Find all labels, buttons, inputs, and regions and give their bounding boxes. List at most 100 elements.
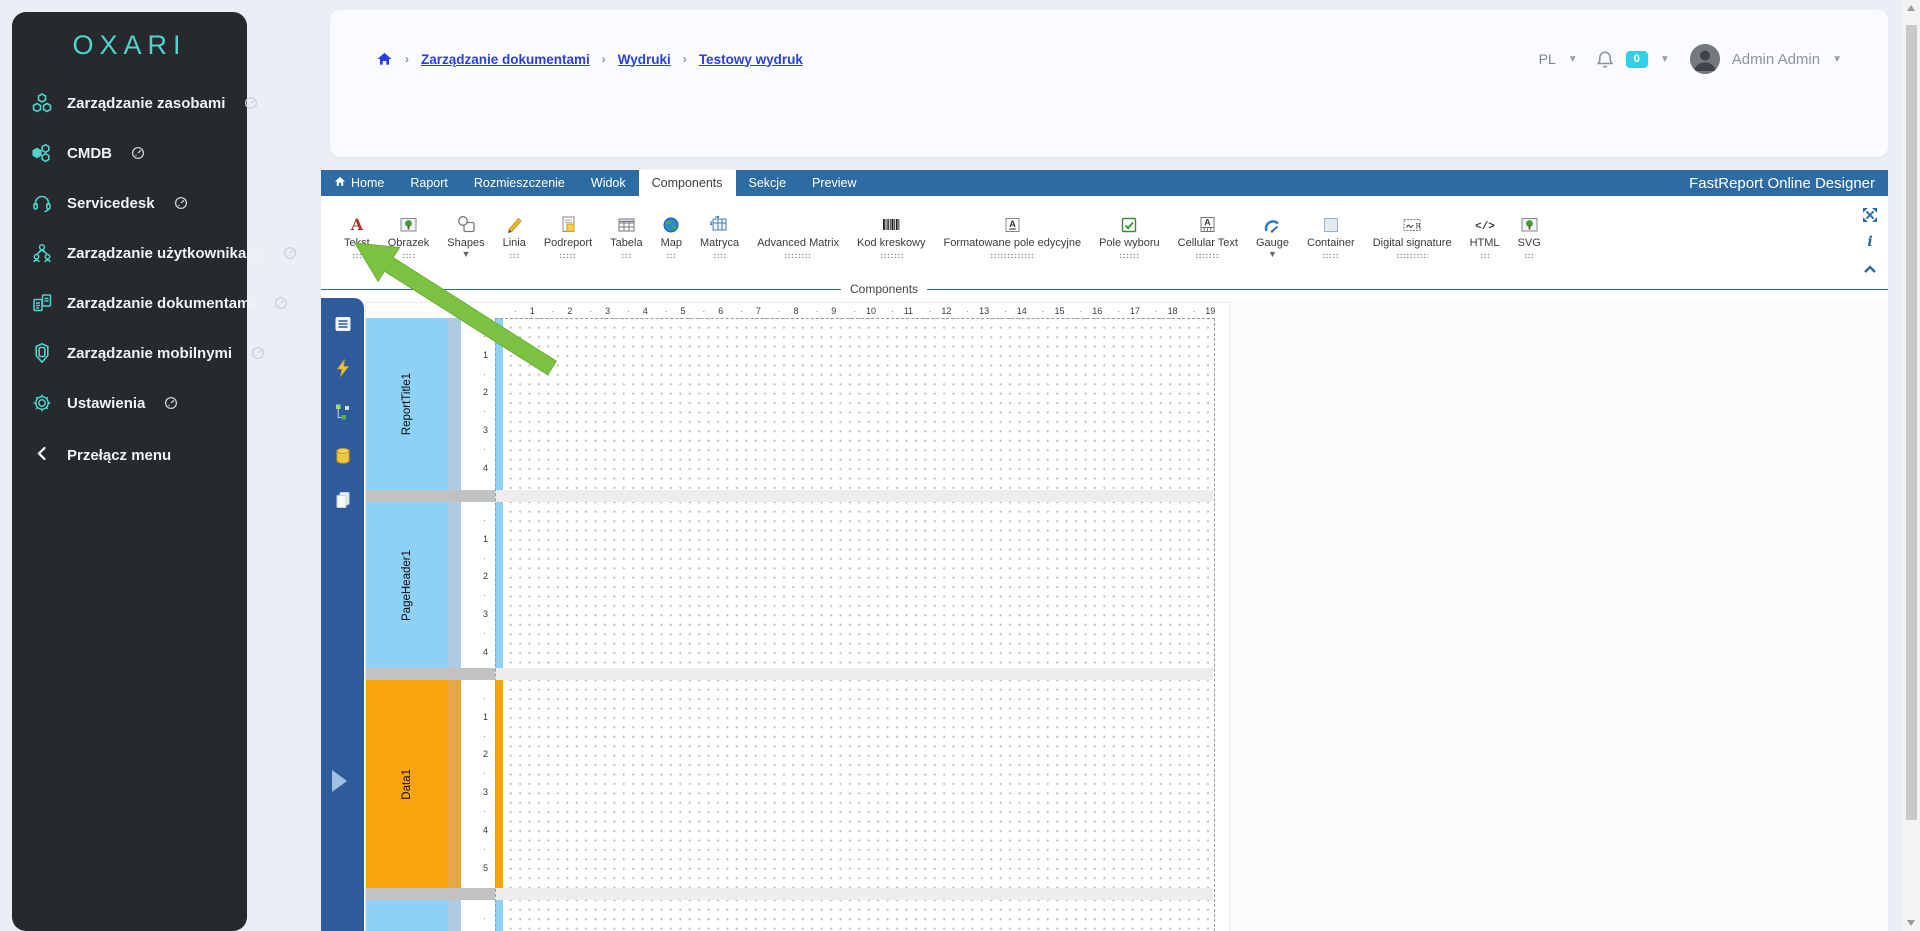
band-page-strip xyxy=(495,318,503,490)
component-obrazek[interactable]: Obrazek xyxy=(379,214,439,258)
ruler-number: 7 xyxy=(755,306,761,316)
scrollbar-thumb[interactable] xyxy=(1906,25,1917,820)
band-divider[interactable] xyxy=(366,668,1229,680)
band-header-PageHeader1[interactable]: PageHeader1 xyxy=(366,502,448,668)
ruler-dot: · xyxy=(483,552,486,563)
component-digital-signature[interactable]: R Digital signature xyxy=(1364,214,1461,258)
tab-label: Components xyxy=(651,176,723,190)
headset-icon xyxy=(30,191,54,215)
collapse-ribbon-icon[interactable] xyxy=(1861,260,1879,278)
breadcrumb-link-2[interactable]: Wydruki xyxy=(618,52,671,67)
tab-preview[interactable]: Preview xyxy=(799,170,869,196)
band-header-4[interactable] xyxy=(366,900,448,931)
band-band-4: · xyxy=(366,900,1229,931)
sidebar-item-5[interactable]: Zarządzanie dokumentami xyxy=(12,278,287,328)
component-html[interactable]: </> HTML xyxy=(1461,214,1509,258)
drag-dots xyxy=(783,253,813,258)
tab-components[interactable]: Components xyxy=(638,170,736,196)
info-icon[interactable]: i xyxy=(1861,233,1879,251)
data-sources-icon[interactable] xyxy=(333,446,353,466)
band-canvas-area[interactable] xyxy=(503,318,1213,490)
ruler-dot: · xyxy=(1041,306,1045,316)
sidebar-item-4[interactable]: Zarządzanie użytkownikami xyxy=(12,228,296,278)
band-header-Data1[interactable]: Data1 xyxy=(366,680,448,888)
sidebar-item-label: Zarządzanie zasobami xyxy=(67,94,226,112)
chevron-down-icon[interactable]: ▼ xyxy=(1660,54,1670,65)
component-linia[interactable]: Linia xyxy=(494,214,535,258)
map-component-icon xyxy=(662,214,680,234)
tab-label: Widok xyxy=(590,176,626,190)
sidebar-item-2[interactable]: CMDB xyxy=(12,128,247,178)
fullscreen-icon[interactable] xyxy=(1861,206,1879,224)
ruler-dot: · xyxy=(1117,306,1121,316)
ruler-number: 3 xyxy=(605,306,611,316)
component-advanced-matrix[interactable]: Advanced Matrix xyxy=(748,214,848,258)
component-svg[interactable]: SVG xyxy=(1509,214,1550,258)
component-label: Digital signature xyxy=(1372,237,1452,249)
sidebar-collapse-toggle[interactable]: Przełącz menu xyxy=(12,430,247,480)
tab-label: Home xyxy=(351,176,385,190)
component-tekst[interactable]: A Tekst xyxy=(335,214,379,258)
band-canvas-area[interactable] xyxy=(503,900,1213,931)
ruler-dot: · xyxy=(777,306,781,316)
band-shade-strip xyxy=(448,502,461,668)
sidebar-item-6[interactable]: Zarządzanie mobilnymi xyxy=(12,328,265,378)
breadcrumb-link-3[interactable]: Testowy wydruk xyxy=(699,52,803,67)
tab-sekcje[interactable]: Sekcje xyxy=(736,170,800,196)
chevron-down-icon: ▼ xyxy=(1567,53,1578,65)
band-page-strip xyxy=(495,900,503,931)
report-properties-icon[interactable] xyxy=(333,314,353,334)
component-formatowane-pole-edycyjne[interactable]: A Formatowane pole edycyjne xyxy=(935,214,1091,258)
ruler-dot: · xyxy=(483,768,486,779)
cellular-text-component-icon: A xyxy=(1198,214,1217,234)
tab-label: Preview xyxy=(812,176,857,190)
band-canvas-area[interactable] xyxy=(503,680,1213,888)
component-cellular-text[interactable]: A Cellular Text xyxy=(1169,214,1247,258)
scrollbar-down-arrow[interactable] xyxy=(1907,920,1915,926)
gauge-mini-icon xyxy=(274,296,288,310)
band-canvas-area[interactable] xyxy=(503,502,1213,668)
band-divider[interactable] xyxy=(366,490,1229,502)
component-tabela[interactable]: Tabela xyxy=(601,214,651,258)
ruler-number: 18 xyxy=(1167,306,1178,316)
breadcrumb-home-icon[interactable] xyxy=(376,51,393,67)
sidebar-item-7[interactable]: Ustawienia xyxy=(12,378,247,428)
outside-page-area xyxy=(1213,900,1229,931)
tab-rozmieszczenie[interactable]: Rozmieszczenie xyxy=(461,170,578,196)
component-map[interactable]: Map xyxy=(652,214,691,258)
component-pole-wyboru[interactable]: Pole wyboru xyxy=(1090,214,1169,258)
chevron-down-icon[interactable]: ▼ xyxy=(1832,54,1842,65)
run-preview-play-button[interactable] xyxy=(332,770,347,792)
ruler-number: 4 xyxy=(642,306,648,316)
component-label: Pole wyboru xyxy=(1099,237,1160,249)
report-tree-icon[interactable] xyxy=(333,402,353,422)
component-shapes[interactable]: Shapes ▼ xyxy=(438,214,493,259)
band-divider[interactable] xyxy=(366,888,1229,900)
tab-raport[interactable]: Raport xyxy=(397,170,461,196)
ruler-number: 17 xyxy=(1129,306,1140,316)
breadcrumb-link-1[interactable]: Zarządzanie dokumentami xyxy=(421,52,590,67)
tab-widok[interactable]: Widok xyxy=(578,170,639,196)
component-container[interactable]: Container xyxy=(1298,214,1364,258)
component-matryca[interactable]: Matryca xyxy=(691,214,748,258)
copy-pages-icon[interactable] xyxy=(333,490,353,510)
component-gauge[interactable]: Gauge ▼ xyxy=(1247,214,1298,259)
avatar[interactable] xyxy=(1689,44,1720,74)
language-selector[interactable]: PL xyxy=(1539,51,1556,67)
band-header-ReportTitle1[interactable]: ReportTitle1 xyxy=(366,318,448,490)
band-divider-left xyxy=(366,490,495,502)
sidebar-item-3[interactable]: Servicedesk xyxy=(12,178,247,228)
tab-home[interactable]: Home xyxy=(321,170,397,196)
breadcrumb-separator: › xyxy=(682,52,687,66)
events-lightning-icon[interactable] xyxy=(333,358,353,378)
component-kod-kreskowy[interactable]: Kod kreskowy xyxy=(848,214,934,258)
user-name[interactable]: Admin Admin xyxy=(1732,51,1820,68)
component-podreport[interactable]: Podreport xyxy=(535,214,601,258)
notifications-bell-icon[interactable] xyxy=(1596,50,1614,69)
band-name: Data1 xyxy=(401,768,413,800)
ruler-dot: · xyxy=(483,514,486,525)
sidebar-item-1[interactable]: Zarządzanie zasobami xyxy=(12,78,258,128)
scrollbar-up-arrow[interactable] xyxy=(1907,5,1915,11)
svg-text:</>: </> xyxy=(1475,221,1495,233)
ruler-dot: · xyxy=(551,306,555,316)
